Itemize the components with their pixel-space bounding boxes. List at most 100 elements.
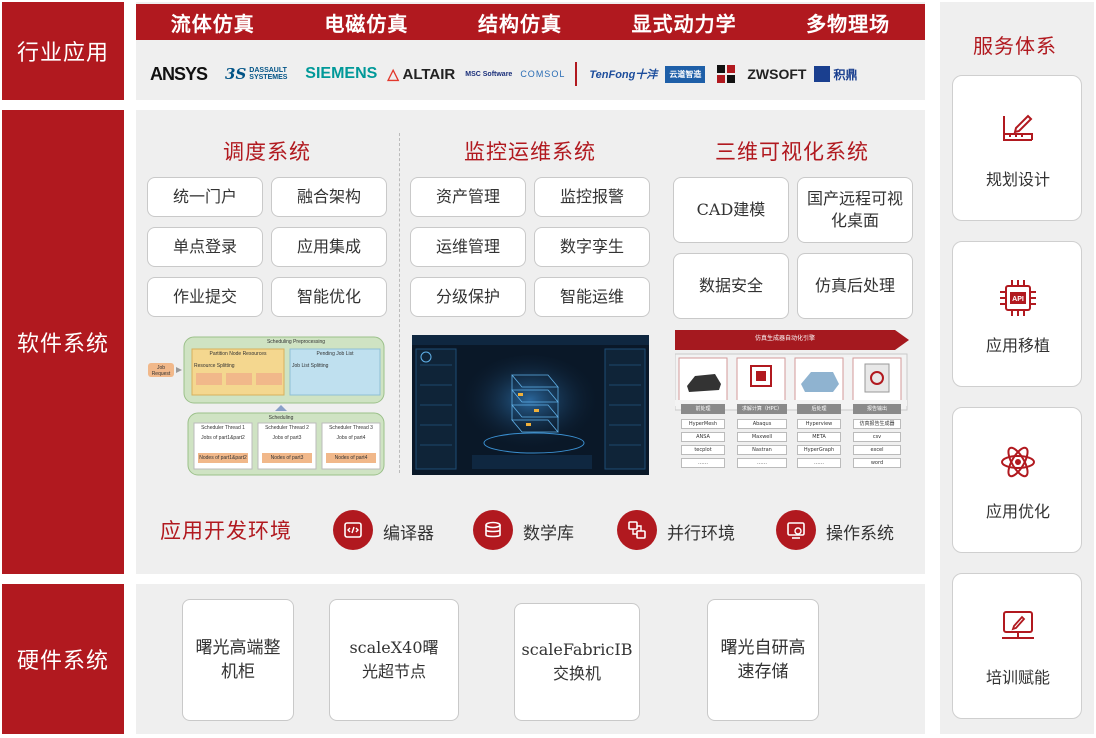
card-digital-twin[interactable]: 数字孪生 — [534, 227, 650, 267]
viz-stage-2: 求解计算（HPC） — [741, 406, 783, 412]
atom-icon — [1001, 446, 1035, 478]
viz-tool-cell: excel — [853, 445, 901, 455]
viz-tool-cell: …… — [737, 458, 787, 468]
vendor-logos: ANSYS 3S DASSAULT SYSTEMES SIEMENS △ ALT… — [150, 58, 920, 90]
sched-thread-2: Scheduler Thread 2 — [265, 425, 309, 431]
service-title: 服务体系 — [973, 34, 1057, 58]
viz-tool-cell: …… — [681, 458, 725, 468]
viz-tool-cell: Hyperview — [797, 419, 841, 429]
card-sso[interactable]: 单点登录 — [147, 227, 263, 267]
card-asset-mgmt[interactable]: 资产管理 — [410, 177, 526, 217]
parallel-icon — [617, 510, 657, 550]
logo-msc: MSC Software — [465, 70, 513, 78]
viz-tool-cell: HyperGraph — [797, 445, 841, 455]
card-app-integration[interactable]: 应用集成 — [271, 227, 387, 267]
sched-left-sub: Resource Splitting — [194, 363, 235, 369]
tab-explicit[interactable]: 显式动力学 — [632, 8, 737, 37]
sched-right-box: Pending Job List — [316, 351, 354, 357]
sched-jobs-1: Jobs of part1&part2 — [201, 435, 245, 441]
viz-tool-cell: 仿真报告生成器 — [853, 419, 901, 429]
svg-text:API: API — [1012, 296, 1024, 303]
monitor-pen-icon — [1002, 611, 1034, 639]
logo-jiding: 积鼎 — [814, 66, 857, 83]
logo-comsol: COMSOL — [520, 69, 566, 79]
sched-right-sub: Job List Splitting — [292, 363, 329, 369]
card-remote-desktop[interactable]: 国产远程可视化桌面 — [797, 177, 913, 243]
monitoring-title: 监控运维系统 — [464, 140, 596, 164]
viz-stage-3: 后处理 — [811, 406, 827, 412]
dev-parallel-label[interactable]: 并行环境 — [667, 519, 735, 544]
service-card-optimization[interactable]: 应用优化 — [952, 407, 1082, 553]
card-smart-ops[interactable]: 智能运维 — [534, 277, 650, 317]
logo-emblem — [715, 63, 737, 85]
service-label-training: 培训赋能 — [985, 668, 1050, 687]
visualization-flow-diagram: 仿真生成器自动化引擎 前处理 求解计算（HPC） 后处理 报告输出 HyperM… — [675, 328, 911, 476]
tab-em[interactable]: 电磁仿真 — [324, 8, 408, 37]
scheduling-title: 调度系统 — [223, 140, 311, 164]
os-icon — [776, 510, 816, 550]
row-header-software: 软件系统 — [2, 110, 124, 574]
sched-left-box: Partition Node Resources — [209, 351, 267, 357]
card-data-security[interactable]: 数据安全 — [673, 253, 789, 319]
viz-tool-cell: tecplot — [681, 445, 725, 455]
logo-dassault: 3S DASSAULT SYSTEMES — [225, 65, 288, 83]
monitoring-dashboard-image — [412, 335, 649, 475]
dev-mathlib-label[interactable]: 数学库 — [523, 519, 574, 544]
viz-tool-columns: HyperMesh ANSA tecplot …… Abaqus Maxwell Nastr… — [675, 419, 911, 474]
sched-nodes-2: Nodes of part3 — [270, 455, 304, 461]
card-ops-mgmt[interactable]: 运维管理 — [410, 227, 526, 267]
hw-scalefabric[interactable]: scaleFabricIB交换机 — [514, 603, 640, 721]
tab-structure[interactable]: 结构仿真 — [478, 8, 562, 37]
logo-altair: △ ALTAIR — [387, 66, 456, 83]
service-label-optimization: 应用优化 — [985, 502, 1050, 521]
viz-tool-cell: Abaqus — [737, 419, 787, 429]
viz-stage-1: 前处理 — [695, 406, 711, 412]
card-monitor-alarm[interactable]: 监控报警 — [534, 177, 650, 217]
viz-tool-cell: ANSA — [681, 432, 725, 442]
card-unified-portal[interactable]: 统一门户 — [147, 177, 263, 217]
dev-env-title: 应用开发环境 — [160, 519, 292, 543]
visualization-title: 三维可视化系统 — [715, 140, 869, 164]
card-level-protection[interactable]: 分级保护 — [410, 277, 526, 317]
hw-scalex40[interactable]: scaleX40曙光超节点 — [329, 599, 459, 721]
card-converged-arch[interactable]: 融合架构 — [271, 177, 387, 217]
dev-os-label[interactable]: 操作系统 — [826, 519, 894, 544]
viz-stage-4: 报告输出 — [866, 406, 887, 412]
card-cad-modeling[interactable]: CAD建模 — [673, 177, 789, 243]
service-card-porting[interactable]: API 应用移植 — [952, 241, 1082, 387]
card-post-processing[interactable]: 仿真后处理 — [797, 253, 913, 319]
sched-scheduling: Scheduling — [268, 415, 294, 421]
card-job-submit[interactable]: 作业提交 — [147, 277, 263, 317]
sched-nodes-1: Nodes of part1&part2 — [199, 455, 247, 461]
logo-ansys: ANSYS — [150, 63, 208, 84]
section-divider — [399, 133, 400, 473]
service-card-planning[interactable]: 规划设计 — [952, 75, 1082, 221]
industry-tabs: 流体仿真 电磁仿真 结构仿真 显式动力学 多物理场 — [136, 4, 925, 40]
row-header-hardware: 硬件系统 — [2, 584, 124, 734]
sched-title-text: Scheduling Preprocessing — [266, 339, 326, 345]
logo-separator — [575, 62, 578, 86]
viz-tool-cell: word — [853, 458, 901, 468]
viz-tool-cell: META — [797, 432, 841, 442]
tab-multiphysics[interactable]: 多物理场 — [806, 8, 890, 37]
tab-fluid[interactable]: 流体仿真 — [171, 8, 255, 37]
sched-jobs-3: Jobs of part4 — [336, 435, 366, 441]
dev-compiler-label[interactable]: 编译器 — [383, 519, 434, 544]
service-label-planning: 规划设计 — [985, 170, 1050, 189]
sched-thread-1: Scheduler Thread 1 — [201, 425, 245, 431]
service-card-training[interactable]: 培训赋能 — [952, 573, 1082, 719]
viz-tool-cell: Maxwell — [737, 432, 787, 442]
card-smart-optimize[interactable]: 智能优化 — [271, 277, 387, 317]
sched-request: Job Request — [151, 365, 171, 377]
viz-tool-cell: HyperMesh — [681, 419, 725, 429]
logo-zwsoft: ZWSOFT — [747, 66, 807, 82]
service-label-porting: 应用移植 — [985, 336, 1050, 355]
row-header-industry: 行业应用 — [2, 2, 124, 100]
logo-siemens: SIEMENS — [305, 65, 378, 82]
hw-cabinet[interactable]: 曙光高端整机柜 — [182, 599, 294, 721]
logo-yundao: 云道智造 — [665, 65, 706, 83]
sched-thread-3: Scheduler Thread 3 — [329, 425, 373, 431]
viz-tool-cell: Nastran — [737, 445, 787, 455]
hw-storage[interactable]: 曙光自研高速存储 — [707, 599, 819, 721]
sched-jobs-2: Jobs of part3 — [272, 435, 302, 441]
